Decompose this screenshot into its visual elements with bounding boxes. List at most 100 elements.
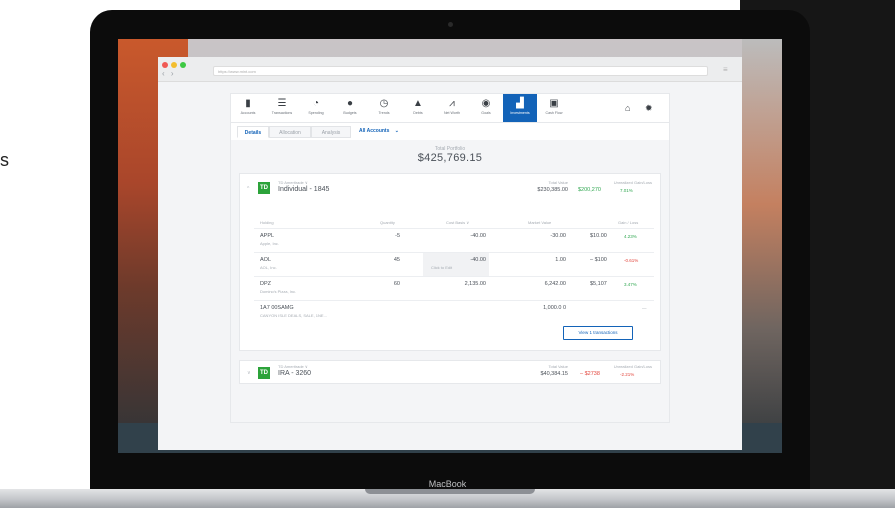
table-row[interactable]: APPL Apple, Inc. -5 -40.00 -30.00 $10.00… xyxy=(254,228,654,253)
browser-toolbar: ‹ › https://www.mint.com ≡ xyxy=(158,57,742,82)
gain-value: – $100 xyxy=(590,257,607,263)
minimize-window-icon[interactable] xyxy=(171,62,177,68)
side-caption: s xyxy=(0,150,9,170)
browser-window: ‹ › https://www.mint.com ≡ ▮ Accounts ☰ … xyxy=(158,57,742,450)
market-value: 6,242.00 xyxy=(544,281,566,287)
nav-label: Budgets xyxy=(343,111,357,115)
nav-accounts[interactable]: ▮ Accounts xyxy=(231,94,265,122)
view-transactions-button[interactable]: View 1 transactions xyxy=(563,326,633,340)
top-navigation: ▮ Accounts ☰ Transactions ◔ Spending ● B… xyxy=(231,94,669,123)
market-value: 1,000.0 0 xyxy=(543,305,566,311)
maximize-window-icon[interactable] xyxy=(180,62,186,68)
table-row[interactable]: 1A7 00SAMG CANYON ISLE DEALS, SALE, 1NE.… xyxy=(254,300,654,325)
tab-details[interactable]: Details xyxy=(237,126,269,138)
table-row[interactable]: Click to Edit AOL AOL, Inc. 45 -40.00 1.… xyxy=(254,252,654,277)
clock-icon: ◷ xyxy=(379,98,389,109)
camera-icon xyxy=(448,22,453,27)
coins-icon: ● xyxy=(346,98,354,109)
gain-loss-label: Unrealized Gain/Loss xyxy=(613,180,652,185)
portfolio-content: Total Portfolio $425,769.15 ^ TD TD Amer… xyxy=(231,140,669,422)
accounts-dropdown-label: All Accounts xyxy=(359,128,390,134)
chevron-down-icon[interactable]: ∨ xyxy=(247,370,251,376)
tab-allocation[interactable]: Allocation xyxy=(269,126,311,138)
col-header-cost-basis[interactable]: Cost Basis ∨ xyxy=(446,220,469,225)
account-card-individual: ^ TD TD Ameritrade ∨ Individual - 1845 T… xyxy=(239,173,661,351)
close-window-icon[interactable] xyxy=(162,62,168,68)
investments-app: ▮ Accounts ☰ Transactions ◔ Spending ● B… xyxy=(230,93,670,423)
gear-icon[interactable]: ✹ xyxy=(645,103,653,114)
browser-menu-icon[interactable]: ≡ xyxy=(723,65,728,74)
laptop-screen: ‹ › https://www.mint.com ≡ ▮ Accounts ☰ … xyxy=(118,39,782,453)
nav-spending[interactable]: ◔ Spending xyxy=(299,94,333,122)
inbox-icon[interactable]: ⌂ xyxy=(625,103,630,113)
account-broker[interactable]: TD Ameritrade ∨ xyxy=(278,364,308,369)
wallpaper-mountain-right xyxy=(742,39,782,453)
nav-label: Transactions xyxy=(271,111,293,115)
quantity: -5 xyxy=(395,233,400,239)
nav-goals[interactable]: ◉ Goals xyxy=(469,94,503,122)
col-header-gain-loss: Gain / Loss xyxy=(618,220,639,225)
gain-loss-pct: -2.21% xyxy=(620,372,635,377)
quantity: 45 xyxy=(393,257,400,263)
gain-loss-pct: 7.01% xyxy=(620,188,633,193)
history-nav: ‹ › xyxy=(162,69,176,78)
nav-trends[interactable]: ◷ Trends xyxy=(367,94,401,122)
nav-label: Net Worth xyxy=(443,111,461,115)
chevron-up-icon[interactable]: ^ xyxy=(247,186,249,192)
account-name: Individual - 1845 xyxy=(278,186,330,193)
tab-analysis[interactable]: Analysis xyxy=(311,126,351,138)
device-label: MacBook xyxy=(428,479,467,489)
col-header-holding: Holding xyxy=(260,220,274,225)
nav-label: Debts xyxy=(413,111,423,115)
total-portfolio-value: $425,769.15 xyxy=(417,152,483,164)
calendar-icon: ▣ xyxy=(549,98,559,109)
col-header-market-value: Market Value xyxy=(528,220,552,225)
gain-loss-label: Unrealized Gain/Loss xyxy=(613,364,652,369)
gain-pct: -0.61% xyxy=(624,258,639,263)
holding-symbol: 1A7 00SAMG xyxy=(260,305,294,311)
market-value: -30.00 xyxy=(550,233,566,239)
target-icon: ◉ xyxy=(481,98,491,109)
quantity: 60 xyxy=(393,281,400,287)
nav-debts[interactable]: ▲ Debts xyxy=(401,94,435,122)
account-card-ira[interactable]: ∨ TD TD Ameritrade ∨ IRA - 3260 Total Va… xyxy=(239,360,661,384)
total-value-label: Total Value xyxy=(548,364,569,369)
gain-loss-value: – $2738 xyxy=(580,371,600,377)
holding-name: Apple, Inc. xyxy=(260,241,279,246)
table-row[interactable]: DPZ Domino's Pizza, Inc. 60 2,135.00 6,2… xyxy=(254,276,654,301)
nav-budgets[interactable]: ● Budgets xyxy=(333,94,367,122)
holding-name: AOL, Inc. xyxy=(260,265,277,270)
pie-icon: ◔ xyxy=(312,98,320,109)
forward-arrow-icon[interactable]: › xyxy=(171,69,176,78)
account-broker[interactable]: TD Ameritrade ∨ xyxy=(278,180,308,185)
gain-pct: 4.23% xyxy=(624,234,637,239)
holding-symbol: AOL xyxy=(260,257,272,263)
nav-cash-flow[interactable]: ▣ Cash Flow xyxy=(537,94,571,122)
nav-investments[interactable]: ▟ Investments xyxy=(503,94,537,122)
gain-value: $5,107 xyxy=(590,281,607,287)
market-value: 1.00 xyxy=(555,257,566,263)
cost-basis: -40.00 xyxy=(470,233,486,239)
holding-name: CANYON ISLE DEALS, SALE, 1NE... xyxy=(260,313,327,318)
lock-icon: ▲ xyxy=(413,98,423,109)
gain-loss-value: $200,270 xyxy=(578,187,601,193)
laptop-hinge-notch xyxy=(365,489,535,494)
nav-label: Spending xyxy=(308,111,324,115)
account-name: IRA - 3260 xyxy=(278,370,312,377)
back-arrow-icon[interactable]: ‹ xyxy=(162,69,167,78)
nav-label: Goals xyxy=(481,111,491,115)
nav-net-worth[interactable]: ⩘ Net Worth xyxy=(435,94,469,122)
chevron-down-icon: ⌄ xyxy=(394,128,399,134)
chart-line-icon: ⩘ xyxy=(449,98,455,109)
holding-symbol: APPL xyxy=(260,233,275,239)
nav-label: Trends xyxy=(378,111,390,115)
cost-basis[interactable]: -40.00 xyxy=(450,257,486,263)
cost-basis: 2,135.00 xyxy=(464,281,486,287)
accounts-dropdown[interactable]: All Accounts ⌄ xyxy=(359,128,399,134)
nav-label: Cash Flow xyxy=(545,111,563,115)
nav-transactions[interactable]: ☰ Transactions xyxy=(265,94,299,122)
nav-label: Investments xyxy=(510,111,530,115)
url-bar[interactable]: https://www.mint.com xyxy=(213,66,708,76)
total-value: $230,385.00 xyxy=(537,187,568,193)
td-logo: TD xyxy=(258,367,270,379)
